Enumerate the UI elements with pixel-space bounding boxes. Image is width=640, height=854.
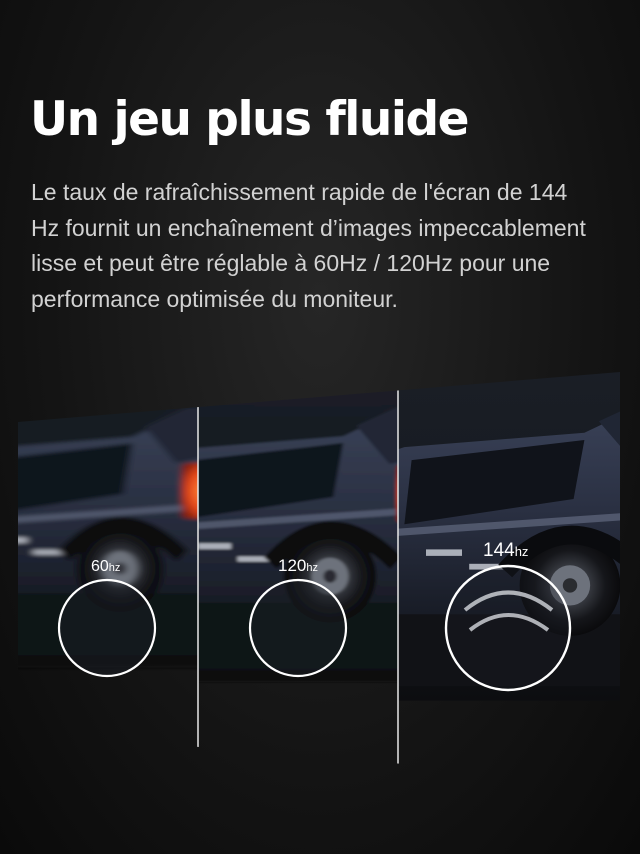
magnifier-120hz [248, 578, 348, 678]
headline: Un jeu plus fluide [30, 92, 470, 147]
label-144hz: 144hz [483, 540, 528, 561]
description: Le taux de rafraîchissement rapide de l'… [31, 179, 586, 312]
magnifier-60hz [57, 578, 157, 678]
magnifier-144hz [444, 564, 572, 692]
refresh-rate-comparison-image: 60hz 120hz 144hz [0, 360, 640, 800]
